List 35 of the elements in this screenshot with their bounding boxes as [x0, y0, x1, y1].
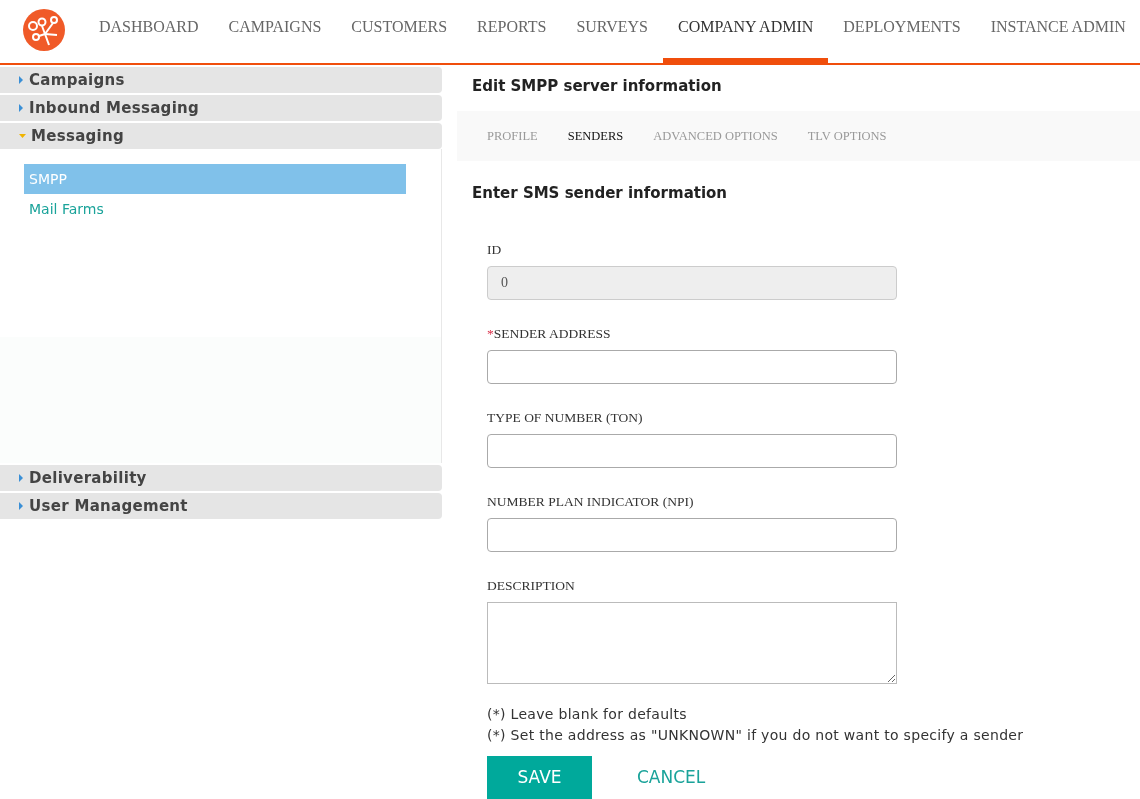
sidebar-section-header[interactable]: Campaigns: [0, 67, 442, 93]
caret-right-icon: [19, 474, 24, 482]
caret-down-icon: [19, 133, 26, 139]
caret-right-icon: [19, 502, 24, 510]
help-note: (*) Set the address as "UNKNOWN" if you do not want to specify a sender: [487, 726, 1025, 745]
nav-tab[interactable]: COMPANY ADMIN: [663, 0, 829, 63]
page-title: Edit SMPP server information: [472, 76, 723, 95]
field-label: TYPE OF NUMBER (TON): [487, 409, 644, 426]
nav-tab[interactable]: INSTANCE ADMIN: [975, 0, 1140, 63]
nav-tab[interactable]: REPORTS: [462, 0, 562, 63]
section-title: Enter SMS sender information: [472, 183, 729, 202]
field-label: ID: [487, 241, 503, 258]
nav-tab[interactable]: CAMPAIGNS: [213, 0, 337, 63]
sidebar-section-header[interactable]: Inbound Messaging: [0, 95, 442, 121]
tab[interactable]: SENDERS: [552, 126, 639, 146]
field-label: DESCRIPTION: [487, 577, 576, 594]
sidebar-section-header[interactable]: User Management: [0, 493, 442, 519]
cancel-link[interactable]: CANCEL: [637, 764, 706, 791]
sidebar-section-header[interactable]: Deliverability: [0, 465, 442, 491]
logo-icon: [23, 8, 65, 51]
submenu-item[interactable]: Mail Farms: [24, 194, 406, 224]
nav-tab[interactable]: DASHBOARD: [84, 0, 214, 63]
input-field[interactable]: [487, 350, 897, 384]
field-label: NUMBER PLAN INDICATOR (NPI): [487, 493, 695, 510]
nav-tab[interactable]: DEPLOYMENTS: [828, 0, 976, 63]
caret-right-icon: [19, 104, 24, 112]
input-field[interactable]: [487, 434, 897, 468]
caret-right-icon: [19, 76, 24, 84]
description-field[interactable]: [487, 602, 897, 684]
field-label: *SENDER ADDRESS: [487, 325, 612, 342]
sidebar-section-header[interactable]: Messaging: [0, 123, 442, 149]
input-field[interactable]: [487, 518, 897, 552]
help-note: (*) Leave blank for defaults: [487, 705, 688, 724]
nav-tab[interactable]: SURVEYS: [561, 0, 663, 63]
nav-tab[interactable]: CUSTOMERS: [336, 0, 463, 63]
